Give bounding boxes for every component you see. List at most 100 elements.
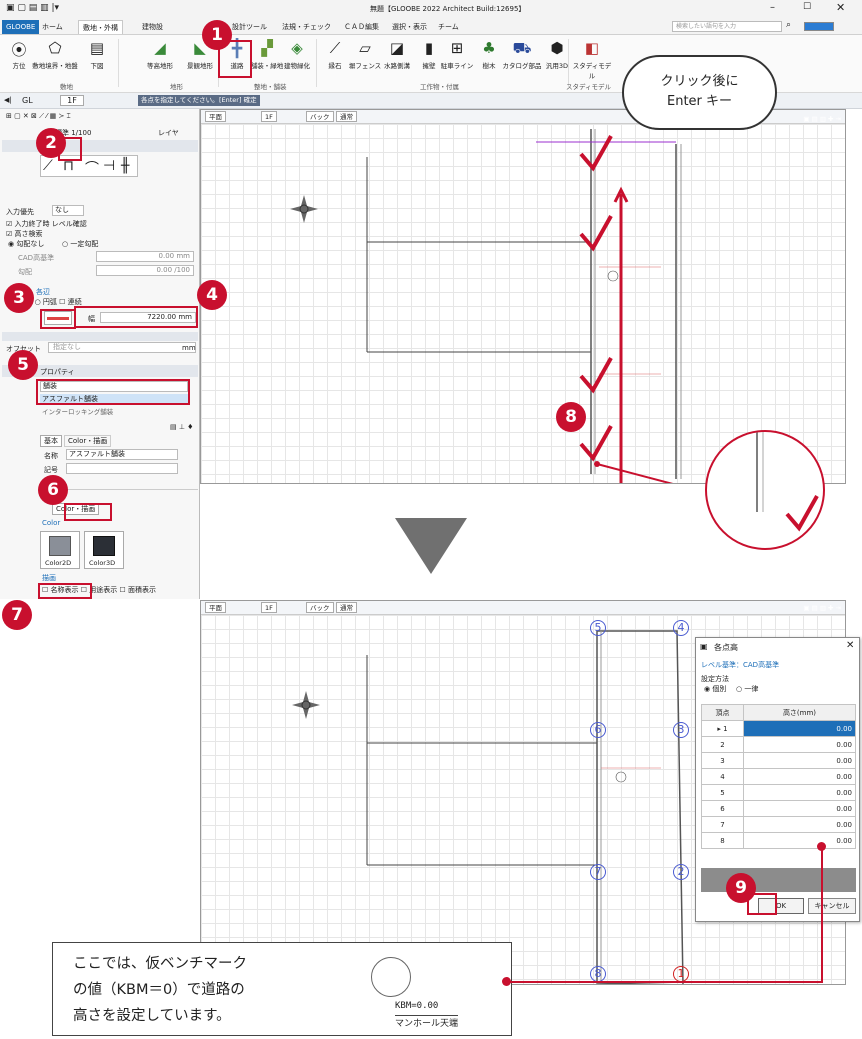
- vertex-marker-1[interactable]: 1: [673, 966, 689, 982]
- show-area-checkbox[interactable]: 面積表示: [128, 586, 156, 594]
- name-field[interactable]: アスファルト舗装: [66, 449, 178, 460]
- vertex-marker-8[interactable]: 8: [590, 966, 606, 982]
- tab-team[interactable]: チーム: [434, 20, 463, 34]
- tab-select-display[interactable]: 選択・表示: [388, 20, 431, 34]
- height-cell[interactable]: 0.00: [743, 816, 856, 833]
- paving-icon: ▞: [261, 39, 273, 57]
- tab-cad-edit[interactable]: ＣＡＤ編集: [340, 20, 383, 34]
- canvas-view-icons[interactable]: ▣ ▤ ▥ ✚ ⇥: [761, 115, 841, 125]
- curb-button[interactable]: ⟋ 縁石: [318, 39, 352, 79]
- height-cell[interactable]: 0.00: [743, 832, 856, 849]
- vertex-marker-4[interactable]: 4: [673, 620, 689, 636]
- enter-confirm-button[interactable]: [Enter] 確定: [216, 95, 260, 106]
- height-cell[interactable]: 0.00: [743, 720, 856, 737]
- color2d-button[interactable]: Color2D: [40, 531, 80, 569]
- height-cell[interactable]: 0.00: [743, 800, 856, 817]
- plan-canvas-top[interactable]: 平面 1F バック 通常 ▣ ▤ ▥ ✚ ⇥: [200, 109, 846, 484]
- panel-toolbar-icons[interactable]: ⊞ ▢ ✕ ⊠ ⟋ ⁄ ▦ ≻ ⌶: [6, 112, 71, 121]
- maximize-icon[interactable]: ☐: [803, 2, 811, 12]
- canvas-floor-select[interactable]: 1F: [261, 111, 277, 122]
- minimize-icon[interactable]: –: [770, 2, 775, 13]
- branch-road-icon[interactable]: ⊣: [103, 158, 115, 174]
- back-button-bottom[interactable]: バック: [306, 602, 334, 613]
- show-use-checkbox[interactable]: 用途表示: [89, 586, 117, 594]
- study-model-button[interactable]: ◧ スタディモデル: [570, 39, 614, 80]
- vertex-cell: 5: [701, 784, 744, 801]
- table-row[interactable]: 7 0.00: [701, 816, 856, 833]
- cross-road-icon[interactable]: ╫: [121, 158, 129, 174]
- search-input[interactable]: 検索したい語句を入力: [672, 21, 782, 32]
- vertex-marker-3[interactable]: 3: [673, 722, 689, 738]
- site-boundary-button[interactable]: ⬠ 敷地境界・地盤: [32, 39, 78, 79]
- color3d-button[interactable]: Color3D: [84, 531, 124, 569]
- mode-select-bottom[interactable]: 通常: [336, 602, 357, 613]
- cad-height-field[interactable]: 0.00 mm: [96, 251, 194, 262]
- tab-site[interactable]: 敷地・外構: [78, 20, 123, 34]
- nav-icon[interactable]: ◀|: [4, 96, 12, 104]
- no-slope-radio[interactable]: ◉ 勾配なし: [8, 239, 44, 249]
- straight-road-icon[interactable]: ⟋: [43, 158, 53, 174]
- table-row[interactable]: 5 0.00: [701, 784, 856, 801]
- canvas-floor-select-bottom[interactable]: 1F: [261, 602, 277, 613]
- vertex-marker-5[interactable]: 5: [590, 620, 606, 636]
- height-cell[interactable]: 0.00: [743, 752, 856, 769]
- mode-select[interactable]: 通常: [336, 111, 357, 122]
- gutter-button[interactable]: ◪ 水路側溝: [380, 39, 414, 79]
- height-cell[interactable]: 0.00: [743, 736, 856, 753]
- catalog-parts-button[interactable]: ⛟ カタログ部品: [502, 39, 542, 79]
- height-cell[interactable]: 0.00: [743, 768, 856, 785]
- parking-line-button[interactable]: ⊞ 駐車ライン: [440, 39, 474, 79]
- tab-gloobe[interactable]: GLOOBE: [2, 20, 40, 34]
- canvas-view-icons-bottom[interactable]: ▣ ▤ ▥ ✚ ⇥: [761, 604, 841, 614]
- layer-button[interactable]: レイヤ: [158, 128, 179, 138]
- input-priority-select[interactable]: なし: [52, 205, 84, 216]
- fence-button[interactable]: ▱ 塀フェンス: [348, 39, 382, 79]
- contour-terrain-button[interactable]: ◢ 等高地形: [140, 39, 180, 79]
- offset-field[interactable]: 指定なし: [48, 342, 196, 353]
- plan-view-button[interactable]: 平面: [205, 111, 226, 122]
- remarks-field[interactable]: [66, 463, 178, 474]
- dialog-close-icon[interactable]: ✕: [846, 640, 854, 651]
- paving-button[interactable]: ▞ 舗装・緑地: [250, 39, 284, 79]
- vertex-marker-7[interactable]: 7: [590, 864, 606, 880]
- property-tool-icons[interactable]: ▤ ⊥ ♦: [170, 423, 193, 431]
- underlay-button[interactable]: ▤ 下図: [80, 39, 114, 79]
- dropdown-item-interlocking[interactable]: インターロッキング舗装: [40, 406, 188, 416]
- table-row[interactable]: 3 0.00: [701, 752, 856, 769]
- radio-uniform[interactable]: ○ 一律: [736, 684, 758, 694]
- table-row[interactable]: 6 0.00: [701, 800, 856, 817]
- vertex-marker-6[interactable]: 6: [590, 722, 606, 738]
- height-cell[interactable]: 0.00: [743, 784, 856, 801]
- vertex-number: 1: [723, 724, 728, 733]
- tree-button[interactable]: ♣ 樹木: [472, 39, 506, 79]
- height-search-checkbox[interactable]: ☑ 高さ検索: [6, 229, 43, 239]
- floor-select[interactable]: 1F: [60, 95, 84, 106]
- table-row[interactable]: ▸ 1 0.00: [701, 720, 856, 737]
- app-icons[interactable]: ▣ ▢ ▤ ▥ |▾: [6, 3, 59, 13]
- tab-regulations[interactable]: 法規・チェック: [278, 20, 335, 34]
- cancel-button[interactable]: キャンセル: [808, 898, 856, 914]
- building-greening-button[interactable]: ◈ 建物緑化: [280, 39, 314, 79]
- account-icon[interactable]: [804, 22, 834, 31]
- plan-view-button-bottom[interactable]: 平面: [205, 602, 226, 613]
- table-row[interactable]: 2 0.00: [701, 736, 856, 753]
- tab-building[interactable]: 建物設: [138, 20, 167, 34]
- table-row[interactable]: 8 0.00: [701, 832, 856, 849]
- close-icon[interactable]: ✕: [836, 1, 845, 14]
- vertex-marker-2[interactable]: 2: [673, 864, 689, 880]
- radio-individual[interactable]: ◉ 個別: [704, 684, 726, 694]
- direction-button[interactable]: ⦿ 方位: [2, 39, 36, 79]
- draw-header: 描画: [42, 574, 56, 582]
- tab-home[interactable]: ホーム: [38, 20, 67, 34]
- fixed-slope-radio[interactable]: ○ 一定勾配: [62, 239, 98, 249]
- tab-design-tools[interactable]: 設計ツール: [228, 20, 271, 34]
- curve-road-icon[interactable]: ⌒: [85, 158, 99, 178]
- level-check-checkbox[interactable]: ☑ 入力終了時 レベル確認: [6, 219, 87, 229]
- tab-color-draw[interactable]: Color・描画: [64, 435, 112, 447]
- slope-field[interactable]: 0.00 /100: [96, 265, 194, 276]
- tab-basic[interactable]: 基本: [40, 435, 62, 447]
- road-outline: [596, 630, 684, 984]
- back-button[interactable]: バック: [306, 111, 334, 122]
- search-icon[interactable]: ⌕: [786, 20, 791, 30]
- table-row[interactable]: 4 0.00: [701, 768, 856, 785]
